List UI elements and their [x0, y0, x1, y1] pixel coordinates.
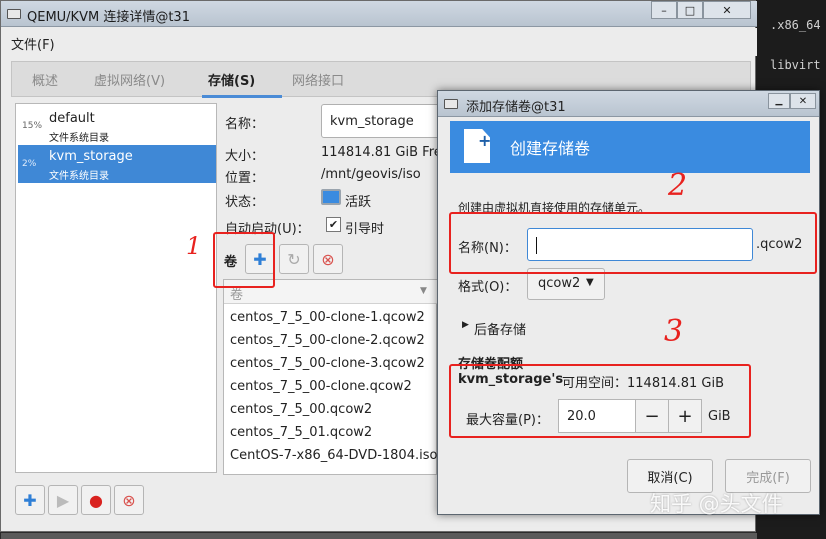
pool-type: 文件系统目录: [49, 171, 109, 182]
delete-icon: ⊗: [321, 249, 335, 269]
annotation-number-3: 3: [664, 314, 684, 349]
state-label: 状态：: [225, 195, 265, 210]
annotation-box-1: [213, 232, 275, 288]
pool-name: default: [49, 111, 95, 126]
menu-file[interactable]: 文件(F): [11, 34, 55, 53]
terminal-line: .x86_64: [770, 18, 821, 32]
pool-usage: 15%: [22, 121, 43, 131]
start-pool-button[interactable]: ▶: [48, 485, 78, 515]
delete-icon: ⊗: [122, 490, 136, 510]
volume-item[interactable]: centos_7_5_00-clone-2.qcow2: [230, 333, 425, 348]
volume-item[interactable]: centos_7_5_00.qcow2: [230, 402, 372, 417]
pool-action-bar: ✚ ▶ ● ⊗: [15, 485, 155, 517]
active-tab-indicator: [202, 95, 282, 98]
dialog-title-bar: 添加存储卷@t31 ▁ ✕: [438, 91, 819, 117]
tab-virtual-networks[interactable]: 虚拟网络(V): [94, 70, 165, 89]
size-value: 114814.81 GiB Fre: [321, 145, 442, 160]
title-bar: QEMU/KVM 连接详情@t31 – □ ✕: [1, 1, 757, 27]
location-label: 位置：: [225, 171, 265, 186]
tab-network-interfaces[interactable]: 网络接口: [292, 70, 344, 89]
state-value: 活跃: [345, 195, 372, 210]
add-pool-button[interactable]: ✚: [15, 485, 45, 515]
refresh-volumes-button[interactable]: ↻: [279, 244, 309, 274]
pool-item-default[interactable]: 15% default 文件系统目录: [18, 107, 216, 145]
close-button[interactable]: ✕: [703, 1, 751, 19]
status-bar: [1, 533, 757, 539]
autostart-value: 引导时: [345, 222, 385, 237]
volume-item[interactable]: centos_7_5_01.qcow2: [230, 425, 372, 440]
app-icon: [7, 9, 21, 19]
dialog-header: + 创建存储卷: [450, 121, 810, 173]
stop-pool-button[interactable]: ●: [81, 485, 111, 515]
backing-store-expander[interactable]: 后备存储: [474, 319, 526, 338]
pool-name-value: kvm_storage: [330, 114, 414, 129]
annotation-box-2: [449, 212, 817, 274]
record-icon: ●: [89, 490, 103, 510]
annotation-number-2: 2: [668, 168, 688, 203]
monitor-icon: [321, 189, 341, 205]
minimize-button[interactable]: –: [651, 1, 677, 19]
volume-item[interactable]: centos_7_5_00-clone-3.qcow2: [230, 356, 425, 371]
pool-name-label: 名称：: [225, 117, 265, 132]
pool-name-field[interactable]: kvm_storage: [321, 104, 451, 138]
storage-pool-list: 15% default 文件系统目录 2% kvm_storage 文件系统目录: [15, 103, 217, 473]
pool-usage: 2%: [22, 159, 37, 169]
volume-list: 卷 ▼ centos_7_5_00-clone-1.qcow2 centos_7…: [223, 279, 438, 475]
app-icon: [444, 99, 458, 109]
annotation-number-1: 1: [186, 232, 202, 260]
play-icon: ▶: [56, 490, 70, 510]
window-title: QEMU/KVM 连接详情@t31: [27, 10, 190, 25]
menu-bar: 文件(F): [1, 28, 757, 56]
plus-icon: ✚: [23, 490, 37, 510]
pool-name: kvm_storage: [49, 149, 133, 164]
volume-item[interactable]: CentOS-7-x86_64-DVD-1804.iso: [230, 448, 437, 463]
sort-arrow-icon: ▼: [420, 286, 427, 296]
refresh-icon: ↻: [287, 249, 301, 269]
watermark: 知乎 @头文件: [650, 492, 783, 516]
pool-item-kvm-storage[interactable]: 2% kvm_storage 文件系统目录: [18, 145, 216, 183]
format-value: qcow2: [538, 276, 581, 291]
dialog-minimize-button[interactable]: ▁: [768, 93, 790, 109]
dialog-close-button[interactable]: ✕: [790, 93, 816, 109]
expander-arrow-icon[interactable]: ▶: [462, 320, 469, 330]
annotation-box-3: [449, 364, 751, 438]
size-label: 大小：: [225, 149, 265, 164]
autostart-checkbox[interactable]: ✔: [326, 217, 341, 232]
check-icon: ✔: [328, 218, 339, 231]
delete-pool-button[interactable]: ⊗: [114, 485, 144, 515]
volume-item[interactable]: centos_7_5_00-clone-1.qcow2: [230, 310, 425, 325]
tab-storage[interactable]: 存储(S): [208, 70, 255, 89]
plus-icon: +: [478, 131, 492, 150]
delete-volume-button[interactable]: ⊗: [313, 244, 343, 274]
volume-item[interactable]: centos_7_5_00-clone.qcow2: [230, 379, 412, 394]
maximize-button[interactable]: □: [677, 1, 703, 19]
format-label: 格式(O)：: [458, 280, 518, 295]
tab-overview[interactable]: 概述: [32, 70, 58, 89]
dropdown-arrow-icon: ▼: [586, 277, 594, 288]
add-volume-dialog: 添加存储卷@t31 ▁ ✕ + 创建存储卷 创建由虚拟机直接使用的存储单元。 名…: [437, 90, 820, 515]
dialog-title: 添加存储卷@t31: [466, 100, 566, 115]
dialog-heading: 创建存储卷: [510, 139, 591, 158]
location-value: /mnt/geovis/iso: [321, 167, 421, 182]
terminal-line: libvirt: [770, 58, 821, 72]
pool-type: 文件系统目录: [49, 133, 109, 144]
